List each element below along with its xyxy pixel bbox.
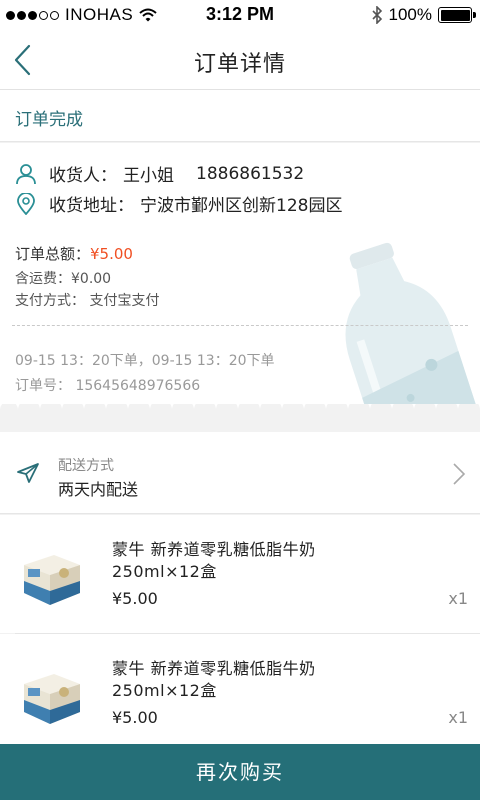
recipient-name: 王小姐	[123, 166, 174, 186]
nav-bar: 订单详情	[0, 30, 480, 90]
battery-icon	[438, 7, 476, 23]
product-name: 蒙牛 新养道零乳糖低脂牛奶250ml×12盒	[112, 540, 316, 581]
page-title: 订单详情	[193, 52, 286, 77]
person-icon	[16, 163, 36, 184]
send-icon	[17, 463, 39, 483]
order-time: 09-15 13：20下单，09-15 13：20下单	[15, 353, 275, 369]
recipient-phone: 1886861532	[196, 163, 305, 184]
address-label: 收货地址：	[49, 196, 134, 216]
status-right: 100%	[371, 5, 476, 25]
delivery-value: 两天内配送	[58, 480, 139, 499]
payment-method: 支付方式： 支付宝支付	[15, 293, 160, 309]
product-item[interactable]: 蒙牛 新养道零乳糖低脂牛奶250ml×12盒 ¥5.00 x1	[0, 515, 480, 633]
milk-box-image	[24, 674, 80, 724]
product-quantity: x1	[448, 589, 468, 608]
dashed-divider	[12, 325, 468, 326]
order-status-row: 订单完成	[0, 90, 480, 142]
product-name: 蒙牛 新养道零乳糖低脂牛奶250ml×12盒	[112, 659, 316, 700]
order-total-value: ¥5.00	[90, 245, 133, 263]
delivery-label: 配送方式	[58, 458, 114, 474]
order-info-card: 收货人： 王小姐 1886861532 收货地址： 宁波市鄞州区创新128园区 …	[0, 143, 480, 418]
order-total-label: 订单总额：	[15, 245, 91, 263]
address-value: 宁波市鄞州区创新128园区	[140, 196, 343, 216]
chevron-right-icon	[453, 463, 466, 485]
milk-box-image	[24, 555, 80, 605]
location-pin-icon	[17, 192, 35, 215]
recipient-label: 收货人：	[49, 166, 117, 186]
product-item[interactable]: 蒙牛 新养道零乳糖低脂牛奶250ml×12盒 ¥5.00 x1	[0, 634, 480, 752]
product-quantity: x1	[448, 708, 468, 727]
battery-percent: 100%	[388, 5, 432, 24]
address-row: 收货地址： 宁波市鄞州区创新128园区	[15, 191, 342, 216]
product-price: ¥5.00	[112, 708, 158, 727]
status-bar: INOHAS 3:12 PM 100%	[0, 0, 480, 30]
order-total-row: 订单总额：¥5.00	[15, 243, 133, 264]
scalloped-edge	[0, 404, 480, 422]
order-number: 订单号： 15645648976566	[15, 378, 201, 394]
product-price: ¥5.00	[112, 589, 158, 608]
shipping-fee: 含运费：¥0.00	[15, 271, 112, 287]
buy-again-button[interactable]: 再次购买	[0, 744, 480, 800]
delivery-method-row[interactable]: 配送方式 两天内配送	[0, 432, 480, 514]
order-status: 订单完成	[15, 110, 83, 130]
bluetooth-icon	[371, 6, 382, 24]
recipient-row: 收货人： 王小姐 1886861532	[15, 161, 304, 186]
